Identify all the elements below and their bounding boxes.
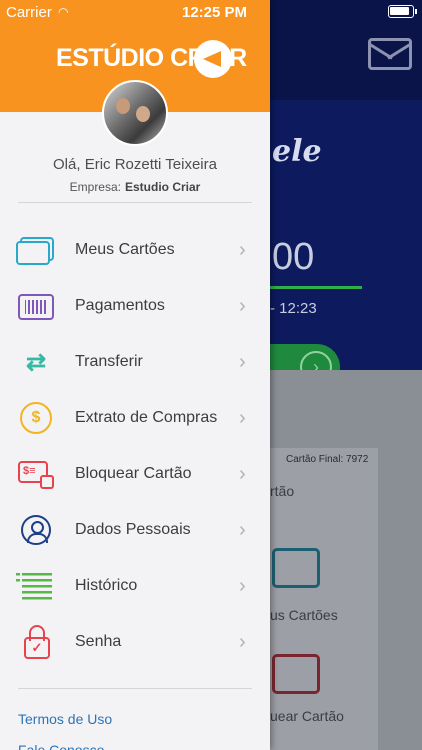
menu-label: Bloquear Cartão (75, 465, 192, 482)
coin-statement-icon: $ (16, 399, 56, 437)
back-arrow-logo-icon[interactable] (194, 40, 232, 78)
card-final-label: Cartão Final: 7972 (286, 454, 369, 465)
menu-label: Senha (75, 633, 122, 650)
chevron-right-icon: › (239, 463, 246, 485)
background-cards-label: us Cartões (270, 607, 338, 623)
padlock-icon: ✓ (16, 623, 56, 661)
list-icon (16, 567, 56, 605)
company-name: Estudio Criar (125, 180, 201, 194)
cards-icon (16, 231, 56, 269)
menu-label: Dados Pessoais (75, 521, 191, 538)
background-cards-icon (272, 548, 320, 588)
background-card-label: rtão (270, 483, 295, 499)
menu-label: Meus Cartões (75, 241, 175, 258)
background-brand-text: ele (272, 134, 322, 169)
chevron-right-icon: › (239, 631, 246, 653)
menu-label: Extrato de Compras (75, 409, 218, 426)
menu-item-senha[interactable]: ✓ Senha › (0, 617, 270, 669)
transfer-icon: ⇄ (25, 349, 47, 376)
battery-icon (388, 5, 417, 18)
menu-label: Histórico (75, 577, 138, 594)
menu-item-dados-pessoais[interactable]: Dados Pessoais › (0, 505, 270, 557)
chevron-right-icon: › (239, 407, 246, 429)
background-card-lock-icon (272, 654, 320, 694)
progress-line (270, 286, 362, 289)
divider (18, 688, 252, 689)
status-bar: Carrier ◠ 12:25 PM (0, 0, 422, 22)
menu-item-historico[interactable]: Histórico › (0, 561, 270, 613)
company-info: Empresa: Estudio Criar (0, 180, 270, 194)
divider (18, 202, 252, 203)
terms-of-use-link[interactable]: Termos de Uso (18, 711, 112, 727)
user-greeting: Olá, Eric Rozetti Teixeira (53, 156, 217, 173)
status-time: 12:25 PM (182, 4, 248, 21)
menu-item-bloquear-cartao[interactable]: $≡ Bloquear Cartão › (0, 449, 270, 501)
card-lock-icon: $≡ (16, 455, 56, 493)
background-update-time: - 12:23 (270, 300, 317, 317)
side-drawer: ESTÚDIO CRIAR Olá, Eric Rozetti Teixeira… (0, 0, 270, 750)
chevron-right-icon: › (239, 519, 246, 541)
avatar[interactable] (102, 80, 168, 146)
chevron-right-icon: › (239, 351, 246, 373)
chevron-right-icon: › (239, 239, 246, 261)
menu-item-meus-cartoes[interactable]: Meus Cartões › (0, 225, 270, 277)
background-balance: 00 (272, 236, 315, 278)
mail-icon[interactable] (368, 38, 412, 70)
contact-us-link[interactable]: Fale Conosco (18, 742, 104, 750)
chevron-right-icon: › (239, 575, 246, 597)
menu-item-transferir[interactable]: ⇄ Transferir › (0, 337, 270, 389)
company-label: Empresa: (69, 180, 121, 194)
barcode-icon (16, 287, 56, 325)
user-edit-icon (16, 511, 56, 549)
chevron-right-icon: › (239, 295, 246, 317)
menu-item-extrato-de-compras[interactable]: $ Extrato de Compras › (0, 393, 270, 445)
carrier-label: Carrier (6, 4, 52, 21)
background-lock-label: uear Cartão (270, 708, 344, 724)
menu-item-pagamentos[interactable]: Pagamentos › (0, 281, 270, 333)
menu-label: Transferir (75, 353, 143, 370)
wifi-icon: ◠ (58, 5, 69, 19)
menu-label: Pagamentos (75, 297, 165, 314)
